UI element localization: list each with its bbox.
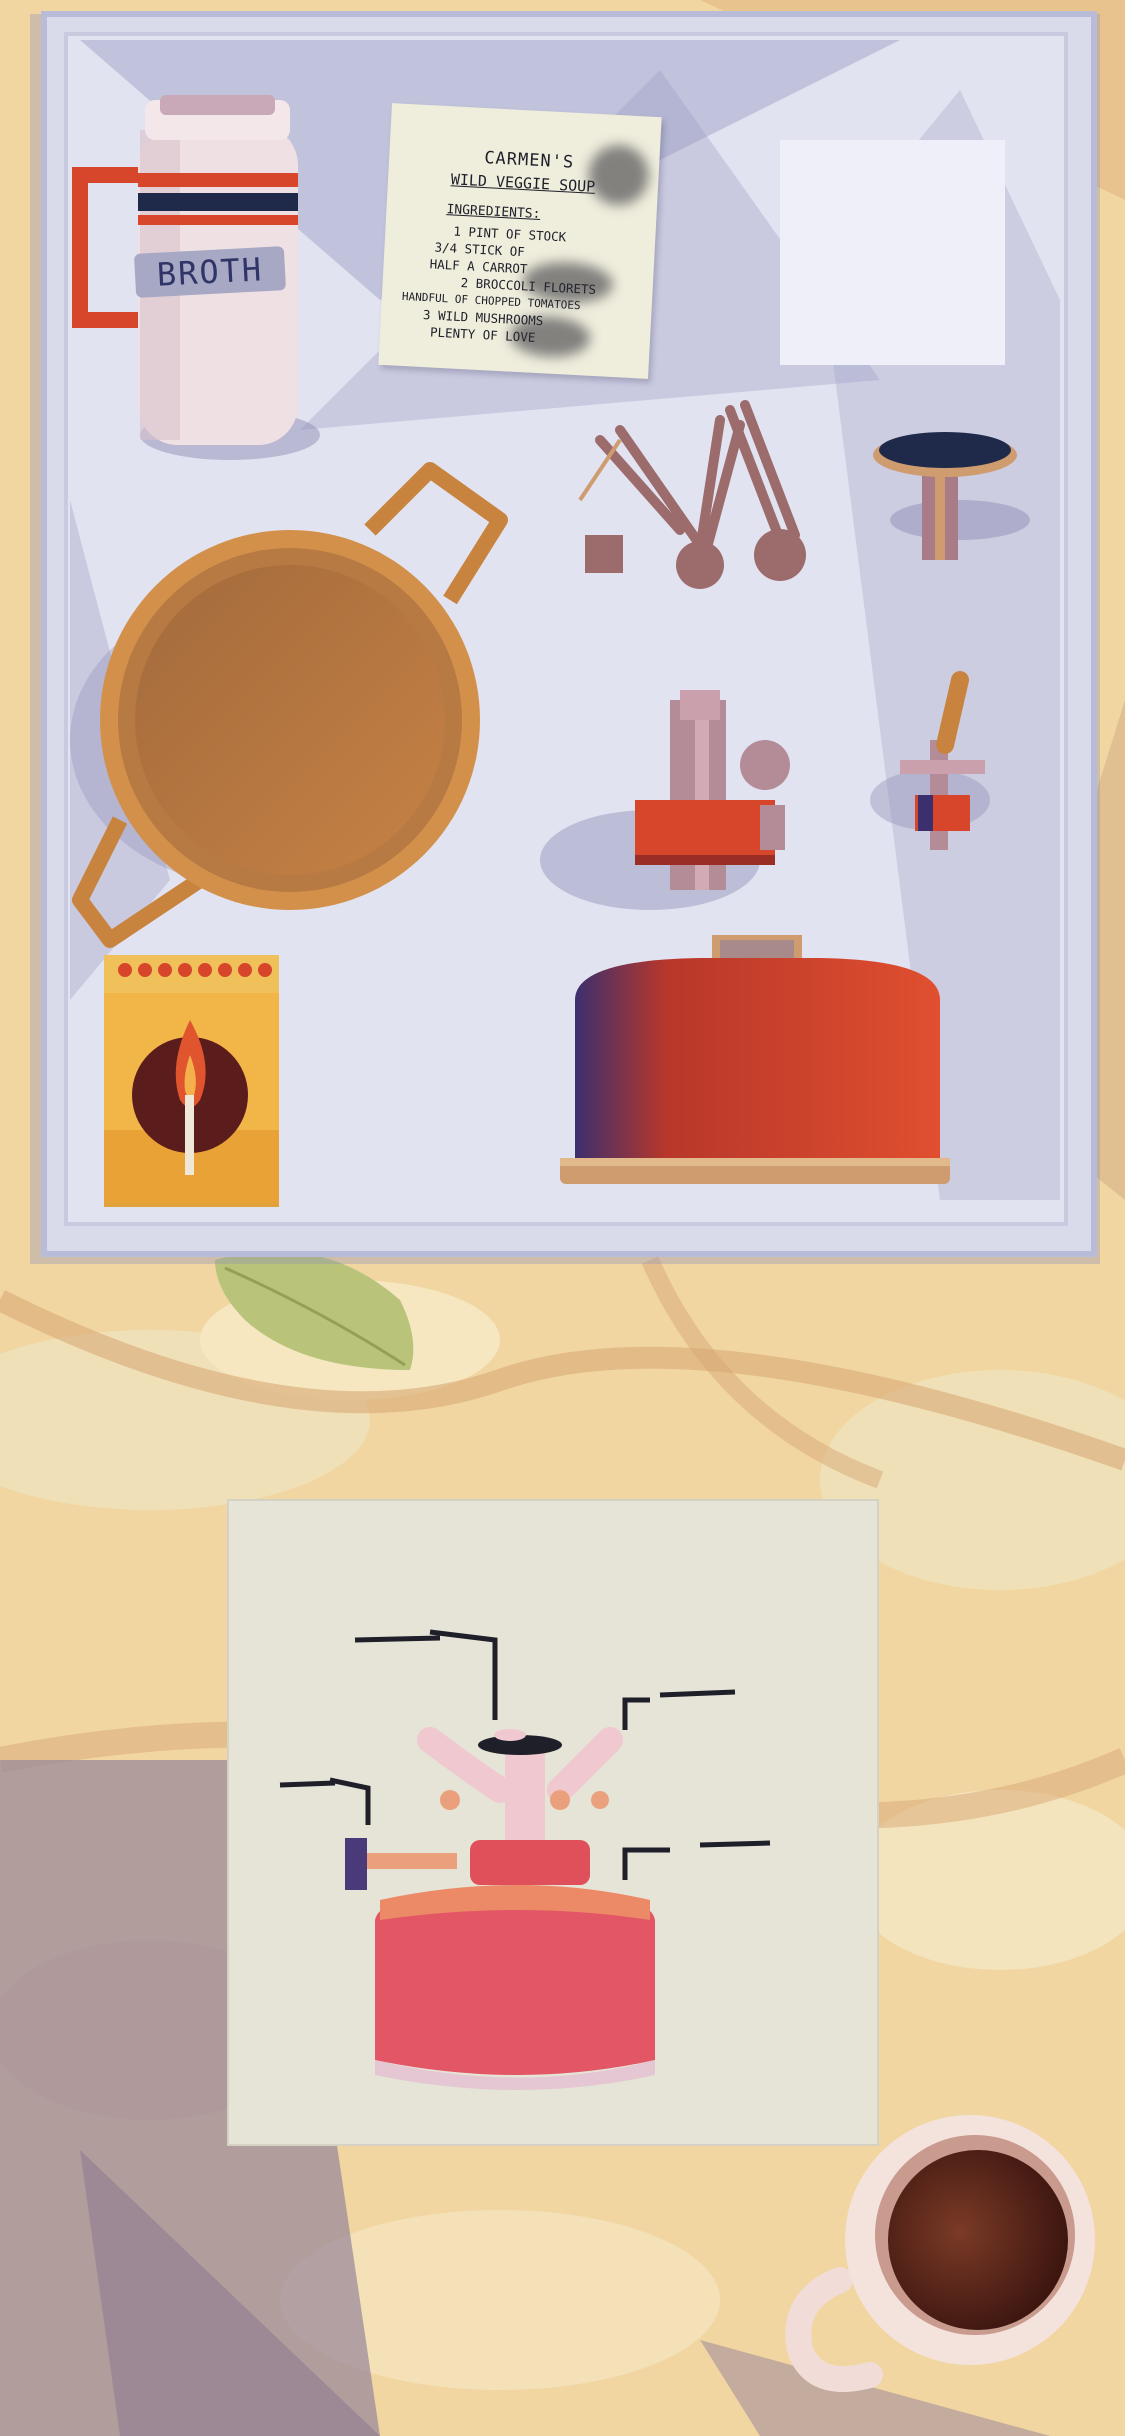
gas-canister-icon[interactable] <box>560 935 950 1184</box>
smudge <box>587 143 651 207</box>
diagram-canister <box>375 1885 655 2090</box>
matchbox-icon[interactable] <box>104 955 279 1207</box>
recipe-card[interactable]: CARMEN'S WILD VEGGIE SOUP INGREDIENTS: 1… <box>378 103 662 379</box>
thermos-label: BROTH <box>133 246 287 298</box>
ingredients-heading: INGREDIENTS: <box>446 202 541 223</box>
